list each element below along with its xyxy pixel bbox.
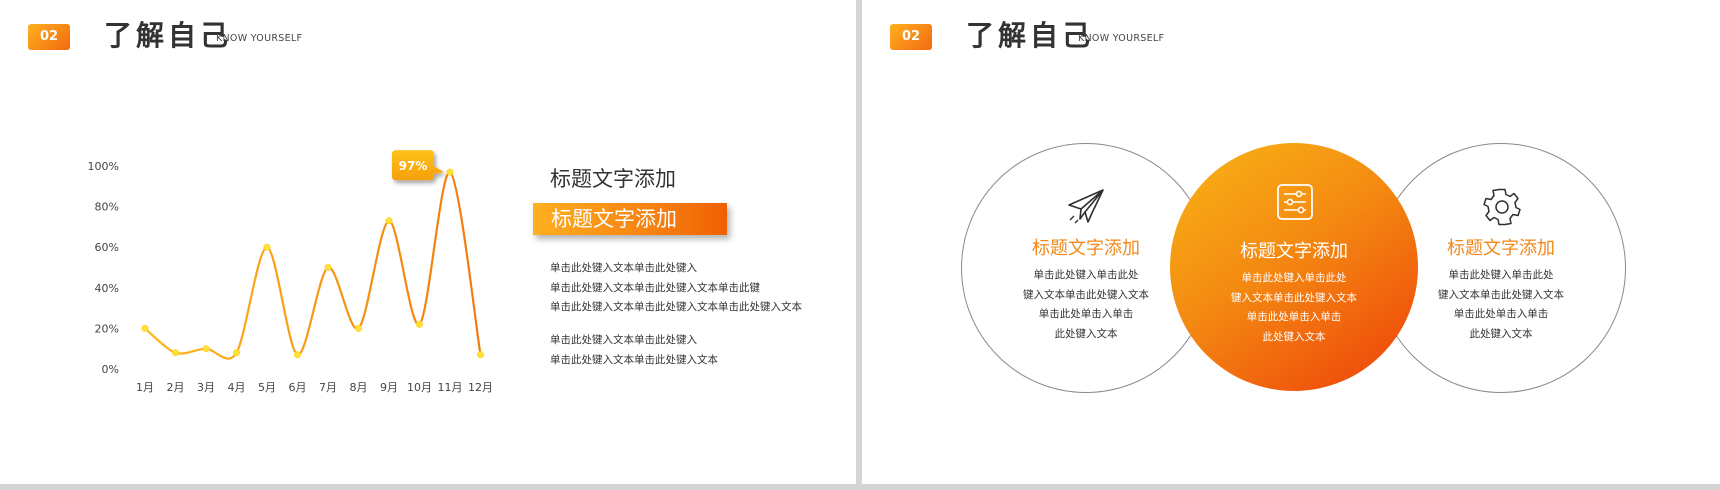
x-tick-label: 10月 (407, 381, 432, 394)
data-point (141, 324, 149, 332)
paragraph-line: 单击此处键入文本单击此处键入文本单击此键 (550, 281, 760, 294)
page-title: 了解自己 (966, 19, 1095, 52)
data-point (324, 263, 332, 271)
headline-highlight-text: 标题文字添加 (551, 207, 677, 231)
data-point (354, 324, 362, 332)
feature-circle-2: 标题文字添加 单击此处键入单击此处 键入文本单击此处键入文本 单击此处单击入单击… (1170, 143, 1418, 391)
paper-plane-icon (1068, 189, 1104, 224)
x-axis-ticks: 1月 2月 3月 4月 5月 6月 7月 8月 9月 10月 11月 12月 (136, 381, 493, 394)
page-subtitle: KNOW YOURSELF (1078, 33, 1165, 44)
slide-right: 02 了解自己 KNOW YOURSELF 标题文字添加 单击此处键入单击此处 … (862, 0, 1720, 484)
x-tick-label: 5月 (258, 381, 276, 394)
y-tick-label: 40% (95, 282, 119, 295)
headline-highlight-bar: 标题文字添加 (533, 203, 727, 235)
sliders-icon (1277, 184, 1313, 220)
slide-left: 02 了解自己 KNOW YOURSELF 0% 20% 40% 60% 80% 100%… (0, 0, 856, 484)
y-tick-label: 60% (95, 241, 119, 254)
x-tick-label: 2月 (167, 381, 185, 394)
paragraph-line: 单击此处键入文本单击此处键入 (550, 334, 697, 346)
data-point (385, 217, 393, 225)
paragraph-line: 单击此处键入文本单击此处键入文本单击此处键入文本 (550, 301, 802, 313)
data-point (476, 351, 484, 359)
circle-body: 单击此处键入单击此处 键入文本单击此处键入文本 单击此处单击入单击 此处键入文本 (1170, 269, 1418, 347)
circle-body-line: 键入文本单击此处键入文本 (1231, 291, 1357, 304)
series-line (144, 170, 482, 360)
paragraph-2: 单击此处键入文本单击此处键入 单击此处键入文本单击此处键入文本 (550, 331, 718, 370)
data-point (172, 349, 180, 357)
annotation-label: 97% (399, 159, 428, 173)
circle-body-line: 此处键入文本 (1262, 330, 1326, 343)
x-tick-label: 11月 (438, 381, 463, 394)
paragraph-1: 单击此处键入文本单击此处键入 单击此处键入文本单击此处键入文本单击此键 单击此处… (550, 259, 802, 318)
data-point (293, 351, 301, 359)
paragraph-line: 单击此处键入文本单击此处键入文本 (550, 353, 718, 366)
circle-body-line: 单击此处键入单击此处 (1241, 272, 1347, 284)
peak-annotation: 97% (392, 150, 444, 181)
gear-icon (1483, 188, 1521, 226)
data-point (233, 349, 241, 357)
data-point (415, 320, 423, 328)
x-tick-label: 1月 (136, 381, 154, 394)
x-tick-label: 7月 (319, 381, 337, 394)
headline: 标题文字添加 (550, 167, 676, 191)
circle-body-line: 单击此处单击入单击 (1246, 311, 1342, 323)
circle-title: 标题文字添加 (1240, 241, 1348, 262)
x-tick-label: 4月 (228, 381, 246, 394)
y-tick-label: 100% (88, 160, 119, 173)
x-tick-label: 3月 (197, 381, 215, 394)
section-badge: 02 (890, 24, 932, 50)
x-tick-label: 6月 (289, 381, 307, 394)
x-tick-label: 12月 (468, 381, 493, 394)
y-tick-label: 20% (95, 322, 119, 335)
x-tick-label: 9月 (380, 381, 398, 394)
paragraph-line: 单击此处键入文本单击此处键入 (550, 262, 697, 274)
y-tick-label: 0% (102, 363, 119, 376)
data-point (263, 243, 271, 251)
line-chart: 0% 20% 40% 60% 80% 100% 1月 2月 3月 4月 5月 6月 7月 8月 9月 10月… (88, 150, 493, 394)
data-point (202, 345, 210, 353)
y-axis-ticks: 0% 20% 40% 60% 80% 100% (88, 160, 119, 376)
data-point (446, 168, 454, 176)
y-tick-label: 80% (95, 201, 119, 214)
x-tick-label: 8月 (350, 381, 368, 394)
